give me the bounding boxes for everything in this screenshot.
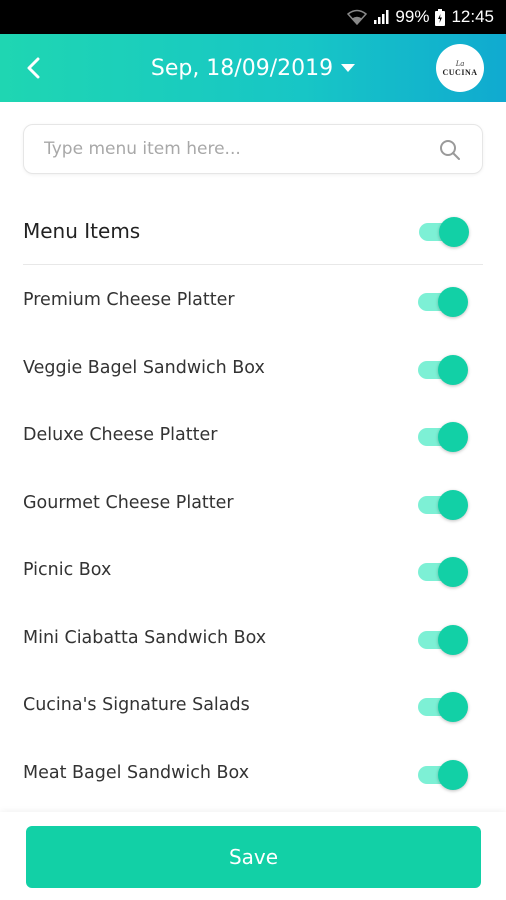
menu-item-toggle[interactable] [418,354,468,385]
menu-item-row: Veggie Bagel Sandwich Box [0,336,506,404]
date-picker-button[interactable]: Sep, 18/09/2019 [150,55,356,81]
search-icon[interactable] [438,138,462,162]
save-button[interactable]: Save [26,826,481,888]
menu-item-row: Deluxe Cheese Platter [0,403,506,471]
section-title: Menu Items [23,219,141,243]
toggle-knob [438,354,468,385]
status-bar: 99% 12:45 [0,0,506,34]
menu-item-toggle[interactable] [418,287,468,317]
toggle-knob [438,422,468,452]
bottom-bar: Save [0,812,506,900]
menu-item-label: Veggie Bagel Sandwich Box [23,357,265,378]
menu-items-header: Menu Items [23,205,483,265]
chevron-left-icon [27,57,40,79]
battery-percentage: 99% [395,7,430,26]
toggle-all-switch[interactable] [419,217,469,247]
caret-down-icon [341,64,356,72]
toggle-knob [438,624,468,655]
menu-item-label: Meat Bagel Sandwich Box [23,762,250,783]
menu-item-toggle[interactable] [418,557,468,587]
menu-item-row: Cucina's Signature Salads [0,673,506,741]
date-title: Sep, 18/09/2019 [150,55,334,81]
menu-item-label: Cucina's Signature Salads [23,695,250,715]
toggle-knob [438,557,468,587]
menu-item-label: Picnic Box [23,560,112,580]
wifi-icon [347,9,368,25]
search-box [23,124,483,174]
battery-icon [435,8,446,26]
menu-item-row: Gourmet Cheese Platter [0,471,506,539]
brand-logo: La CUCINA [436,44,484,92]
menu-item-label: Deluxe Cheese Platter [23,425,218,445]
logo-text: CUCINA [442,67,478,77]
toggle-knob [438,692,468,722]
menu-item-label: Mini Ciabatta Sandwich Box [23,627,267,648]
menu-item-toggle[interactable] [418,624,468,655]
app-header: Sep, 18/09/2019 La CUCINA [0,34,506,102]
menu-item-row: Meat Bagel Sandwich Box [0,741,506,809]
menu-item-row: Mini Ciabatta Sandwich Box [0,606,506,674]
menu-item-row: Picnic Box [0,538,506,606]
menu-item-label: Premium Cheese Platter [23,290,235,310]
menu-item-toggle[interactable] [418,759,468,790]
toggle-knob [438,489,468,520]
logo-script: La [455,58,465,68]
menu-item-label: Gourmet Cheese Platter [23,492,234,513]
menu-item-toggle[interactable] [418,489,468,520]
back-button[interactable] [18,52,48,84]
search-input[interactable] [24,125,424,173]
toggle-knob [439,217,469,247]
menu-item-row: Premium Cheese Platter [0,268,506,336]
menu-item-toggle[interactable] [418,422,468,452]
toggle-knob [438,759,468,790]
menu-item-toggle[interactable] [418,692,468,722]
signal-icon [373,9,389,25]
toggle-knob [438,287,468,317]
menu-item-list: Premium Cheese Platter Veggie Bagel Sandw… [0,268,506,808]
clock: 12:45 [451,7,494,26]
